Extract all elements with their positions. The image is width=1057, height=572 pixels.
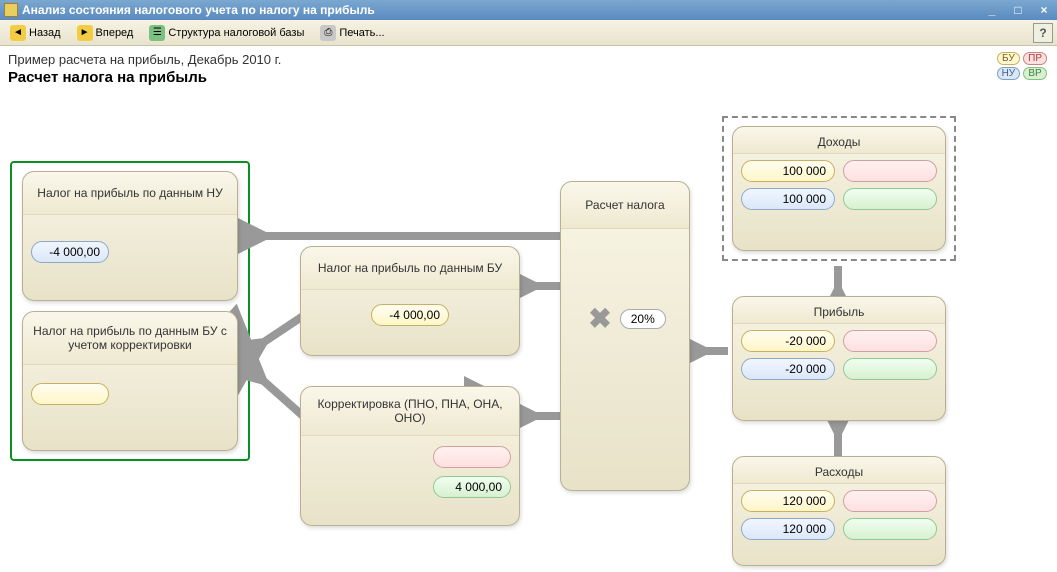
- node-tax-nu[interactable]: Налог на прибыль по данным НУ -4 000,00: [22, 171, 238, 301]
- expense-green: [843, 518, 937, 540]
- tax-rate: 20%: [620, 309, 666, 329]
- page-title: Расчет налога на прибыль: [8, 69, 1049, 86]
- arrow-right-icon: ►: [77, 25, 93, 41]
- structure-button[interactable]: ☰ Структура налоговой базы: [143, 22, 310, 44]
- profit-pink: [843, 330, 937, 352]
- printer-icon: ⎙: [320, 25, 336, 41]
- tax-bu-corr-value: [31, 383, 109, 405]
- maximize-button[interactable]: □: [1009, 3, 1027, 17]
- tax-bu-value: -4 000,00: [371, 304, 449, 326]
- tax-nu-value: -4 000,00: [31, 241, 109, 263]
- expense-yellow: 120 000: [741, 490, 835, 512]
- minimize-button[interactable]: _: [983, 3, 1001, 17]
- node-correction[interactable]: Корректировка (ПНО, ПНА, ОНА, ОНО) 4 000…: [300, 386, 520, 526]
- node-expense[interactable]: Расходы 120 000 120 000: [732, 456, 946, 566]
- node-calc[interactable]: Расчет налога ✖ 20%: [560, 181, 690, 491]
- correction-green: 4 000,00: [433, 476, 511, 498]
- diagram: Налог на прибыль по данным НУ -4 000,00 …: [8, 86, 1048, 566]
- help-button[interactable]: ?: [1033, 23, 1053, 43]
- legend: БУ ПР НУ ВР: [997, 52, 1047, 80]
- node-profit-title: Прибыль: [733, 297, 945, 324]
- income-green: [843, 188, 937, 210]
- node-income[interactable]: Доходы 100 000 100 000: [732, 126, 946, 251]
- titlebar: Анализ состояния налогового учета по нал…: [0, 0, 1057, 20]
- forward-button[interactable]: ► Вперед: [71, 22, 140, 44]
- structure-label: Структура налоговой базы: [168, 27, 304, 39]
- node-expense-title: Расходы: [733, 457, 945, 484]
- legend-pr: ПР: [1023, 52, 1047, 65]
- tree-icon: ☰: [149, 25, 165, 41]
- expense-pink: [843, 490, 937, 512]
- node-tax-bu-title: Налог на прибыль по данным БУ: [301, 247, 519, 290]
- multiply-icon: ✖: [588, 302, 611, 335]
- back-label: Назад: [29, 27, 61, 39]
- income-blue: 100 000: [741, 188, 835, 210]
- node-profit[interactable]: Прибыль -20 000 -20 000: [732, 296, 946, 421]
- income-pink: [843, 160, 937, 182]
- node-tax-bu-corr[interactable]: Налог на прибыль по данным БУ с учетом к…: [22, 311, 238, 451]
- income-yellow: 100 000: [741, 160, 835, 182]
- legend-bu: БУ: [997, 52, 1021, 65]
- toolbar: ◄ Назад ► Вперед ☰ Структура налоговой б…: [0, 20, 1057, 46]
- legend-nu: НУ: [997, 67, 1021, 80]
- arrow-left-icon: ◄: [10, 25, 26, 41]
- node-correction-title: Корректировка (ПНО, ПНА, ОНА, ОНО): [301, 387, 519, 436]
- node-tax-bu-corr-title: Налог на прибыль по данным БУ с учетом к…: [23, 312, 237, 365]
- forward-label: Вперед: [96, 27, 134, 39]
- page-subtitle: Пример расчета на прибыль, Декабрь 2010 …: [8, 52, 1049, 67]
- profit-yellow: -20 000: [741, 330, 835, 352]
- node-tax-nu-title: Налог на прибыль по данным НУ: [23, 172, 237, 215]
- close-button[interactable]: ×: [1035, 3, 1053, 17]
- expense-blue: 120 000: [741, 518, 835, 540]
- legend-vr: ВР: [1023, 67, 1047, 80]
- node-tax-bu[interactable]: Налог на прибыль по данным БУ -4 000,00: [300, 246, 520, 356]
- app-icon: [4, 3, 18, 17]
- print-label: Печать...: [339, 27, 384, 39]
- window-title: Анализ состояния налогового учета по нал…: [22, 3, 375, 17]
- profit-green: [843, 358, 937, 380]
- back-button[interactable]: ◄ Назад: [4, 22, 67, 44]
- print-button[interactable]: ⎙ Печать...: [314, 22, 390, 44]
- node-income-title: Доходы: [733, 127, 945, 154]
- node-calc-title: Расчет налога: [561, 182, 689, 229]
- correction-pink: [433, 446, 511, 468]
- profit-blue: -20 000: [741, 358, 835, 380]
